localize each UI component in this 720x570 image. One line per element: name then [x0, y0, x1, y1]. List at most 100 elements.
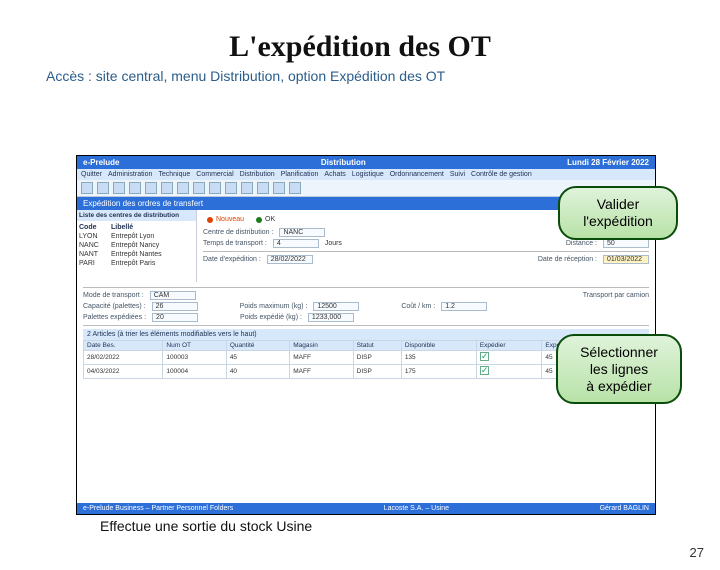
- col-exp[interactable]: Expédier: [476, 341, 542, 351]
- titlebar: e-Prelude Distribution Lundi 28 Février …: [77, 156, 655, 169]
- toolbar-icon[interactable]: [289, 182, 301, 194]
- toolbar-icon[interactable]: [241, 182, 253, 194]
- date-rec-label: Date de réception :: [538, 256, 597, 263]
- status-center: Lacoste S.A. – Usine: [384, 505, 449, 512]
- temps-unit: Jours: [325, 240, 342, 247]
- menu-quitter[interactable]: Quitter: [81, 171, 102, 178]
- mode-lib: Transport par camion: [583, 292, 649, 299]
- cout-value[interactable]: 1.2: [441, 302, 487, 311]
- col-mag[interactable]: Magasin: [290, 341, 353, 351]
- distance-value[interactable]: 50: [603, 239, 649, 248]
- ok-button[interactable]: OK: [252, 215, 279, 224]
- code: LYON: [79, 233, 107, 240]
- poids-label: Poids maximum (kg) :: [240, 303, 308, 310]
- temps-value[interactable]: 4: [273, 239, 319, 248]
- label: OK: [265, 216, 275, 223]
- menu-distribution[interactable]: Distribution: [240, 171, 275, 178]
- nouveau-button[interactable]: Nouveau: [203, 215, 248, 224]
- cell-checkbox[interactable]: [476, 365, 542, 379]
- menu-logistique[interactable]: Logistique: [352, 171, 384, 178]
- distance-label: Distance :: [566, 240, 597, 247]
- lib: Entrepôt Paris: [111, 260, 155, 267]
- pexp-value[interactable]: 1233,000: [308, 313, 354, 322]
- cell: 175: [401, 365, 476, 379]
- sidebar-col-lib: Libellé: [111, 224, 133, 231]
- status-right: Gérard BAGLIN: [600, 505, 649, 512]
- toolbar-icon[interactable]: [273, 182, 285, 194]
- code: NANT: [79, 251, 107, 258]
- sidebar-header: Liste des centres de distribution: [77, 210, 196, 221]
- titlebar-date: Lundi 28 Février 2022: [567, 158, 649, 167]
- poids-value[interactable]: 12500: [313, 302, 359, 311]
- menubar[interactable]: Quitter Administration Technique Commerc…: [77, 169, 655, 180]
- sidebar: Liste des centres de distribution Code L…: [77, 210, 197, 282]
- mode-label: Mode de transport :: [83, 292, 144, 299]
- toolbar-icon[interactable]: [129, 182, 141, 194]
- menu-commercial[interactable]: Commercial: [196, 171, 233, 178]
- cell: 28/02/2022: [84, 351, 163, 365]
- toolbar-icon[interactable]: [113, 182, 125, 194]
- toolbar-icon[interactable]: [177, 182, 189, 194]
- toolbar-icon[interactable]: [209, 182, 221, 194]
- status-left: e-Prelude Business – Partner Personnel F…: [83, 505, 233, 512]
- cell-checkbox[interactable]: [476, 351, 542, 365]
- menu-planification[interactable]: Planification: [281, 171, 319, 178]
- col-dispo[interactable]: Disponible: [401, 341, 476, 351]
- date-rec-value[interactable]: 01/03/2022: [603, 255, 649, 264]
- toolbar-icon[interactable]: [193, 182, 205, 194]
- col-qte[interactable]: Quantité: [226, 341, 289, 351]
- col-date[interactable]: Date Bes.: [84, 341, 163, 351]
- sidebar-item[interactable]: NANT Entrepôt Nantes: [79, 250, 194, 259]
- code: PARI: [79, 260, 107, 267]
- date-exp-value[interactable]: 28/02/2022: [267, 255, 313, 264]
- toolbar-icon[interactable]: [161, 182, 173, 194]
- menu-technique[interactable]: Technique: [158, 171, 190, 178]
- cap-value[interactable]: 26: [152, 302, 198, 311]
- sidebar-item[interactable]: PARI Entrepôt Paris: [79, 259, 194, 268]
- statusbar: e-Prelude Business – Partner Personnel F…: [77, 503, 655, 514]
- toolbar-icon[interactable]: [225, 182, 237, 194]
- cell: 40: [226, 365, 289, 379]
- lib: Entrepôt Nantes: [111, 251, 162, 258]
- callout-validate: Validerl'expédition: [558, 186, 678, 240]
- cell: 04/03/2022: [84, 365, 163, 379]
- col-ot[interactable]: Num OT: [163, 341, 226, 351]
- slide-subtitle: Accès : site central, menu Distribution,…: [46, 68, 720, 84]
- slide-footer: Effectue une sortie du stock Usine: [100, 518, 312, 534]
- temps-label: Temps de transport :: [203, 240, 267, 247]
- cell: 100003: [163, 351, 226, 365]
- slide-title: L'expédition des OT: [0, 30, 720, 64]
- toolbar-icon[interactable]: [81, 182, 93, 194]
- centre-value[interactable]: NANC: [279, 228, 325, 237]
- app-name: e-Prelude: [83, 158, 119, 167]
- cell: DISP: [353, 365, 401, 379]
- sidebar-item[interactable]: NANC Entrepôt Nancy: [79, 241, 194, 250]
- pal-value[interactable]: 20: [152, 313, 198, 322]
- menu-suivi[interactable]: Suivi: [450, 171, 465, 178]
- menu-admin[interactable]: Administration: [108, 171, 152, 178]
- sidebar-item[interactable]: LYON Entrepôt Lyon: [79, 232, 194, 241]
- toolbar-icon[interactable]: [97, 182, 109, 194]
- cout-label: Coût / km :: [401, 303, 435, 310]
- cell: 135: [401, 351, 476, 365]
- checkbox-icon[interactable]: [480, 366, 489, 375]
- toolbar-icon[interactable]: [257, 182, 269, 194]
- menu-ordo[interactable]: Ordonnancement: [390, 171, 444, 178]
- code: NANC: [79, 242, 107, 249]
- menu-achats[interactable]: Achats: [324, 171, 345, 178]
- callout-select: Sélectionnerles lignesà expédier: [556, 334, 682, 404]
- checkbox-icon[interactable]: [480, 352, 489, 361]
- cap-label: Capacité (palettes) :: [83, 303, 146, 310]
- cell: MAFF: [290, 365, 353, 379]
- toolbar-icon[interactable]: [145, 182, 157, 194]
- page-number: 27: [690, 545, 704, 560]
- cell: MAFF: [290, 351, 353, 365]
- cell: 45: [226, 351, 289, 365]
- lib: Entrepôt Nancy: [111, 242, 159, 249]
- mode-value[interactable]: CAM: [150, 291, 196, 300]
- lib: Entrepôt Lyon: [111, 233, 154, 240]
- label: Nouveau: [216, 216, 244, 223]
- menu-controle[interactable]: Contrôle de gestion: [471, 171, 532, 178]
- col-stat[interactable]: Statut: [353, 341, 401, 351]
- cell: 100004: [163, 365, 226, 379]
